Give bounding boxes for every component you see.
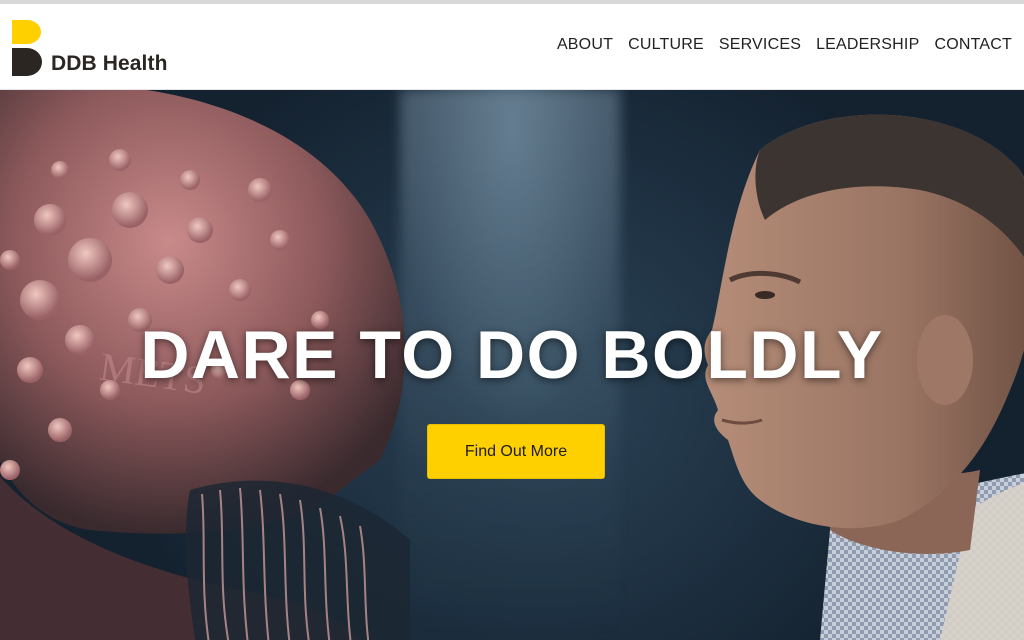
brand-logo[interactable]: DDB Health [10,19,180,81]
nav-item-culture[interactable]: CULTURE [628,36,704,54]
nav-item-leadership[interactable]: LEADERSHIP [816,36,919,54]
hero-banner: METS DARE TO DO BOLDLY Find Out More [0,90,1024,640]
site-header: DDB Health ABOUT CULTURE SERVICES LEADER… [0,4,1024,90]
nav-item-contact[interactable]: CONTACT [934,36,1012,54]
ddb-b-mark-icon [12,20,42,76]
main-nav: ABOUT CULTURE SERVICES LEADERSHIP CONTAC… [542,36,1012,54]
nav-item-services[interactable]: SERVICES [719,36,801,54]
brand-name: DDB Health [51,52,168,75]
find-out-more-button[interactable]: Find Out More [427,424,605,479]
hero-headline: DARE TO DO BOLDLY [140,317,884,393]
nav-item-about[interactable]: ABOUT [557,36,613,54]
